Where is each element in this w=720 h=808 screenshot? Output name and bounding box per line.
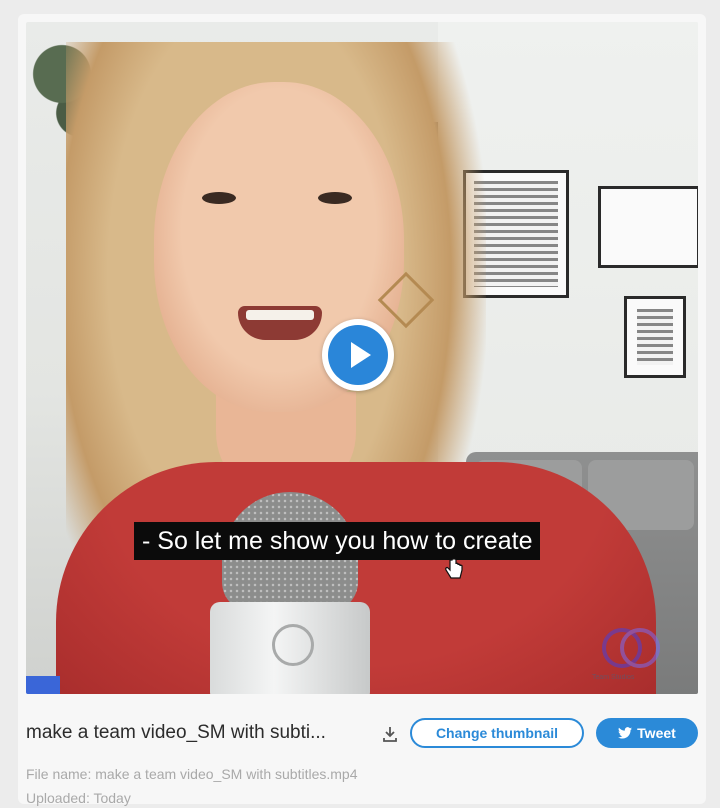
video-title: make a team video_SM with subti... xyxy=(26,722,326,743)
play-button[interactable] xyxy=(322,319,394,391)
twitter-icon xyxy=(618,727,633,739)
video-details-row: make a team video_SM with subti... Chang… xyxy=(26,716,698,752)
wall-frame-3 xyxy=(624,296,686,378)
play-icon xyxy=(351,342,371,368)
subtitle-caption: - So let me show you how to create xyxy=(134,522,541,560)
playback-progress[interactable] xyxy=(26,676,60,694)
hand-cursor-icon xyxy=(445,558,463,579)
tweet-button[interactable]: Tweet xyxy=(596,718,698,748)
uploaded-text: Uploaded: Today xyxy=(26,790,131,806)
brand-logo-icon xyxy=(602,628,660,668)
wall-frame-2 xyxy=(598,186,698,268)
file-name-text: File name: make a team video_SM with sub… xyxy=(26,766,358,782)
brand-label: Team Studios xyxy=(592,674,635,681)
video-player[interactable]: - So let me show you how to create Team … xyxy=(26,22,698,694)
download-icon[interactable] xyxy=(380,724,400,744)
change-thumbnail-button[interactable]: Change thumbnail xyxy=(410,718,584,748)
tweet-label: Tweet xyxy=(637,725,676,741)
